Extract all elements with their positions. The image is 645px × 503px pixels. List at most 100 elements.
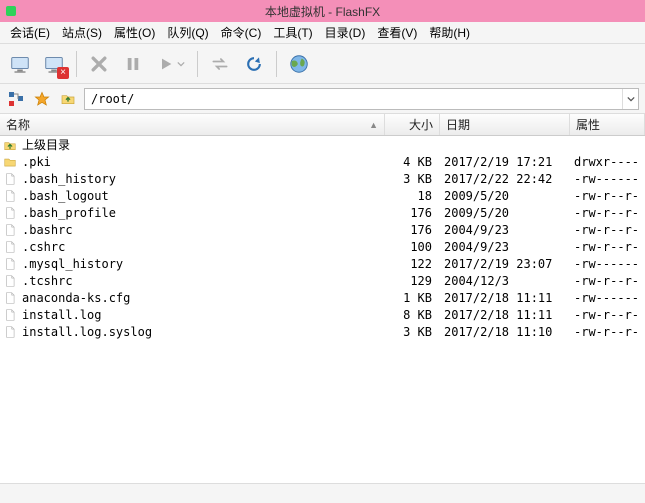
file-row[interactable]: install.log.syslog3 KB2017/2/18 11:10-rw…: [0, 323, 645, 340]
menu-tools[interactable]: 工具(T): [269, 22, 316, 43]
x-badge-icon: [57, 67, 69, 79]
transfer-button[interactable]: [206, 50, 234, 78]
window-title: 本地虚拟机 - FlashFX: [265, 3, 380, 20]
file-attr: -rw-r--r-: [568, 223, 643, 237]
folder-icon: [2, 154, 18, 170]
menubar: 会话(E) 站点(S) 属性(O) 队列(Q) 命令(C) 工具(T) 目录(D…: [0, 22, 645, 44]
file-date: 2004/9/23: [438, 223, 568, 237]
menu-sites[interactable]: 站点(S): [58, 22, 106, 43]
file-attr: drwxr----: [568, 155, 643, 169]
file-size: 4 KB: [383, 155, 438, 169]
file-date: 2017/2/18 11:11: [438, 291, 568, 305]
file-name: .bash_logout: [22, 189, 383, 203]
status-bar: [0, 483, 645, 503]
chevron-down-icon: [177, 60, 185, 68]
menu-directory[interactable]: 目录(D): [321, 22, 370, 43]
column-size[interactable]: 大小: [385, 114, 440, 135]
file-date: 2017/2/19 17:21: [438, 155, 568, 169]
menu-view[interactable]: 查看(V): [373, 22, 421, 43]
file-attr: -rw------: [568, 257, 643, 271]
file-list[interactable]: 上级目录.pki4 KB2017/2/19 17:21drwxr----.bas…: [0, 136, 645, 483]
column-attr-label: 属性: [576, 116, 600, 133]
file-name: .bash_profile: [22, 206, 383, 220]
menu-properties[interactable]: 属性(O): [110, 22, 159, 43]
file-date: 2017/2/19 23:07: [438, 257, 568, 271]
file-date: 2004/12/3: [438, 274, 568, 288]
pause-button[interactable]: [119, 50, 147, 78]
file-name: anaconda-ks.cfg: [22, 291, 383, 305]
file-attr: -rw-r--r-: [568, 325, 643, 339]
folder-up-button[interactable]: [58, 89, 78, 109]
disconnect-button[interactable]: [40, 50, 68, 78]
folder-up-icon: [2, 137, 18, 153]
window-control-icon[interactable]: [6, 6, 16, 16]
file-size: 1 KB: [383, 291, 438, 305]
file-size: 100: [383, 240, 438, 254]
connect-button[interactable]: [6, 50, 34, 78]
favorite-button[interactable]: [32, 89, 52, 109]
column-size-label: 大小: [409, 116, 433, 133]
menu-help[interactable]: 帮助(H): [425, 22, 474, 43]
pause-icon: [124, 55, 142, 73]
file-icon: [2, 171, 18, 187]
file-size: 176: [383, 223, 438, 237]
main-toolbar: [0, 44, 645, 84]
column-header: 名称 ▲ 大小 日期 属性: [0, 114, 645, 136]
toolbar-separator: [276, 51, 277, 77]
refresh-button[interactable]: [240, 50, 268, 78]
file-size: 176: [383, 206, 438, 220]
file-attr: -rw-r--r-: [568, 274, 643, 288]
file-attr: -rw------: [568, 172, 643, 186]
chevron-down-icon: [627, 95, 635, 103]
play-icon: [158, 56, 174, 72]
menu-queue[interactable]: 队列(Q): [163, 22, 212, 43]
file-row[interactable]: install.log8 KB2017/2/18 11:11-rw-r--r-: [0, 306, 645, 323]
file-name: .cshrc: [22, 240, 383, 254]
file-icon: [2, 256, 18, 272]
file-row[interactable]: .cshrc1002004/9/23-rw-r--r-: [0, 238, 645, 255]
tree-button[interactable]: [6, 89, 26, 109]
file-icon: [2, 222, 18, 238]
file-row[interactable]: .bash_logout182009/5/20-rw-r--r-: [0, 187, 645, 204]
file-row[interactable]: .bash_profile1762009/5/20-rw-r--r-: [0, 204, 645, 221]
path-input[interactable]: [85, 92, 622, 106]
file-icon: [2, 307, 18, 323]
play-button[interactable]: [153, 50, 189, 78]
file-attr: -rw-r--r-: [568, 308, 643, 322]
file-row[interactable]: .mysql_history1222017/2/19 23:07-rw-----…: [0, 255, 645, 272]
path-dropdown-button[interactable]: [622, 89, 638, 109]
toolbar-separator: [76, 51, 77, 77]
file-name: .pki: [22, 155, 383, 169]
column-name[interactable]: 名称 ▲: [0, 114, 385, 135]
folder-up-icon: [60, 91, 76, 107]
menu-session[interactable]: 会话(E): [6, 22, 54, 43]
file-date: 2009/5/20: [438, 206, 568, 220]
file-attr: -rw-r--r-: [568, 189, 643, 203]
computer-icon: [9, 53, 31, 75]
x-icon: [89, 54, 109, 74]
file-row[interactable]: .tcshrc1292004/12/3-rw-r--r-: [0, 272, 645, 289]
column-date[interactable]: 日期: [440, 114, 570, 135]
file-row[interactable]: .bash_history3 KB2017/2/22 22:42-rw-----…: [0, 170, 645, 187]
file-icon: [2, 239, 18, 255]
menu-commands[interactable]: 命令(C): [217, 22, 266, 43]
file-row[interactable]: .bashrc1762004/9/23-rw-r--r-: [0, 221, 645, 238]
path-combo[interactable]: [84, 88, 639, 110]
column-attr[interactable]: 属性: [570, 114, 645, 135]
transfer-icon: [210, 54, 230, 74]
file-icon: [2, 188, 18, 204]
abort-button[interactable]: [85, 50, 113, 78]
file-attr: -rw-r--r-: [568, 240, 643, 254]
sort-asc-icon: ▲: [369, 120, 378, 130]
file-icon: [2, 324, 18, 340]
file-date: 2017/2/18 11:10: [438, 325, 568, 339]
file-row[interactable]: .pki4 KB2017/2/19 17:21drwxr----: [0, 153, 645, 170]
file-size: 129: [383, 274, 438, 288]
file-row[interactable]: anaconda-ks.cfg1 KB2017/2/18 11:11-rw---…: [0, 289, 645, 306]
file-size: 122: [383, 257, 438, 271]
file-row[interactable]: 上级目录: [0, 136, 645, 153]
globe-button[interactable]: [285, 50, 313, 78]
file-name: .bashrc: [22, 223, 383, 237]
file-size: 3 KB: [383, 325, 438, 339]
file-date: 2017/2/18 11:11: [438, 308, 568, 322]
